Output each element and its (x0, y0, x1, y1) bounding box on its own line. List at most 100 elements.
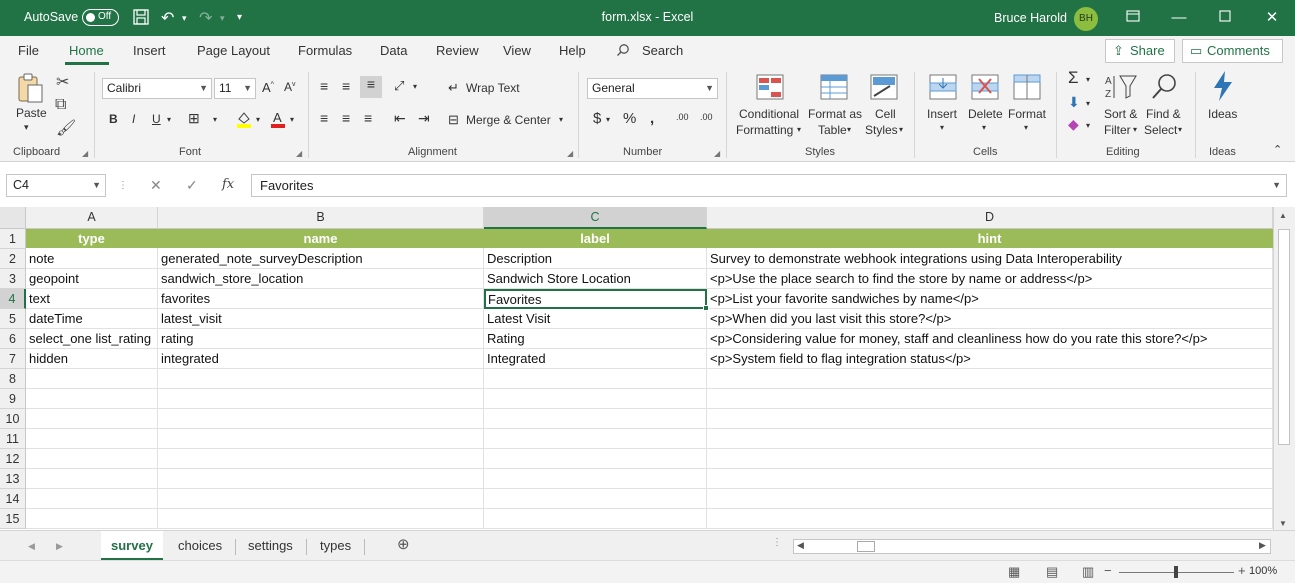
scroll-right-icon[interactable]: ▶ (1259, 540, 1266, 551)
find-select-label-2[interactable]: Select (1144, 123, 1177, 137)
tab-data[interactable]: Data (380, 43, 407, 58)
active-cell[interactable]: Favorites (484, 289, 707, 309)
row-header[interactable]: 4 (0, 289, 26, 309)
format-cells-icon[interactable] (1013, 74, 1041, 105)
clear-icon[interactable]: ◆ (1068, 116, 1079, 133)
zoom-level[interactable]: 100% (1249, 565, 1277, 577)
align-middle-icon[interactable]: ≡ (342, 78, 350, 94)
grid-cell[interactable] (484, 449, 707, 469)
grid-cell[interactable]: favorites (158, 289, 484, 309)
grid-cell[interactable]: Latest Visit (484, 309, 707, 329)
cell-styles-label-1[interactable]: Cell (875, 107, 896, 121)
sheet-tab-survey[interactable]: survey (101, 531, 163, 560)
ribbon-display-icon[interactable] (1118, 6, 1148, 30)
comma-style-icon[interactable]: , (650, 110, 654, 127)
grid-cell[interactable] (158, 449, 484, 469)
wrap-text-button[interactable]: Wrap Text (466, 81, 520, 95)
increase-font-icon[interactable]: A^ (262, 80, 274, 95)
wrap-text-icon[interactable]: ↵ (448, 80, 459, 96)
prev-sheet-icon[interactable]: ◀ (28, 541, 35, 552)
grid-cell[interactable] (484, 389, 707, 409)
underline-icon[interactable]: U (152, 112, 161, 126)
row-header[interactable]: 14 (0, 489, 26, 509)
row-header[interactable]: 6 (0, 329, 26, 349)
insert-dropdown-icon[interactable]: ▾ (940, 123, 944, 132)
italic-icon[interactable]: I (132, 112, 135, 126)
tab-review[interactable]: Review (436, 43, 479, 58)
grid-cell[interactable] (707, 489, 1273, 509)
row-header[interactable]: 2 (0, 249, 26, 269)
next-sheet-icon[interactable]: ▶ (56, 541, 63, 552)
tab-splitter-icon[interactable]: ⋮ (772, 537, 782, 548)
fill-dropdown-icon[interactable]: ▾ (1086, 99, 1090, 108)
sort-filter-label-2[interactable]: Filter (1104, 123, 1131, 137)
bold-icon[interactable]: B (109, 112, 118, 126)
align-bottom-icon[interactable]: ≡ (360, 76, 382, 98)
header-cell[interactable]: name (158, 229, 484, 249)
formula-input[interactable]: Favorites ▼ (251, 174, 1287, 197)
row-header[interactable]: 5 (0, 309, 26, 329)
paste-dropdown-icon[interactable]: ▾ (24, 122, 29, 133)
grid-cell[interactable] (158, 389, 484, 409)
borders-dropdown-icon[interactable]: ▾ (213, 115, 217, 124)
cell-styles-icon[interactable] (870, 74, 898, 105)
search-label[interactable]: Search (642, 43, 683, 58)
row-header[interactable]: 7 (0, 349, 26, 369)
orientation-icon[interactable]: ⤢ (394, 78, 404, 94)
minimize-icon[interactable]: — (1164, 6, 1194, 30)
grid-cell[interactable] (707, 409, 1273, 429)
zoom-slider-knob[interactable] (1174, 566, 1178, 578)
cancel-icon[interactable]: ✕ (150, 177, 162, 194)
grid-cell[interactable] (26, 369, 158, 389)
normal-view-icon[interactable]: ▦ (1008, 564, 1020, 580)
new-sheet-icon[interactable]: ⊕ (397, 535, 410, 553)
fill-dropdown-icon[interactable]: ▾ (256, 115, 260, 124)
increase-indent-icon[interactable]: ⇥ (418, 110, 430, 127)
grid-cell[interactable]: select_one list_rating (26, 329, 158, 349)
currency-dropdown-icon[interactable]: ▾ (606, 115, 610, 124)
avatar[interactable]: BH (1074, 7, 1098, 31)
grid-cell[interactable] (26, 509, 158, 529)
grid-cell[interactable] (484, 469, 707, 489)
tab-file[interactable]: File (18, 43, 39, 58)
grid-cell[interactable]: Sandwich Store Location (484, 269, 707, 289)
grid-cell[interactable] (484, 369, 707, 389)
grid-cell[interactable] (26, 389, 158, 409)
name-box[interactable]: C4 ▼ (6, 174, 106, 197)
tab-page-layout[interactable]: Page Layout (197, 43, 270, 58)
grid-cell[interactable]: hidden (26, 349, 158, 369)
grid-cell[interactable]: Rating (484, 329, 707, 349)
merge-center-button[interactable]: Merge & Center (466, 113, 551, 127)
insert-cells-label[interactable]: Insert (927, 107, 957, 121)
row-header[interactable]: 1 (0, 229, 26, 249)
scroll-left-icon[interactable]: ◀ (797, 540, 804, 551)
grid-cell[interactable]: latest_visit (158, 309, 484, 329)
grid-cell[interactable]: Integrated (484, 349, 707, 369)
scroll-thumb[interactable] (1278, 229, 1290, 445)
expand-formula-icon[interactable]: ▼ (1272, 175, 1281, 196)
comments-button[interactable]: ▭ Comments (1182, 39, 1283, 63)
grid-cell[interactable]: <p>Use the place search to find the stor… (707, 269, 1273, 289)
paste-label[interactable]: Paste (16, 106, 47, 120)
grid-cell[interactable] (26, 409, 158, 429)
scroll-up-icon[interactable]: ▲ (1279, 211, 1287, 220)
grid-cell[interactable] (158, 469, 484, 489)
sheet-tab-types[interactable]: types (320, 538, 351, 553)
header-cell[interactable]: hint (707, 229, 1273, 249)
copy-icon[interactable]: ⧉ (55, 96, 66, 114)
decrease-font-icon[interactable]: Av (284, 80, 296, 94)
percent-icon[interactable]: % (623, 110, 636, 127)
grid-cell[interactable] (707, 469, 1273, 489)
cut-icon[interactable]: ✂ (56, 72, 69, 92)
grid-cell[interactable]: sandwich_store_location (158, 269, 484, 289)
font-color-dropdown-icon[interactable]: ▾ (290, 115, 294, 124)
grid-cell[interactable]: text (26, 289, 158, 309)
row-header[interactable]: 13 (0, 469, 26, 489)
font-color-icon[interactable]: A (270, 110, 286, 131)
grid-cell[interactable]: rating (158, 329, 484, 349)
grid-cell[interactable] (484, 409, 707, 429)
grid-cell[interactable]: <p>Considering value for money, staff an… (707, 329, 1273, 349)
grid-cell[interactable] (26, 489, 158, 509)
underline-dropdown-icon[interactable]: ▾ (167, 115, 171, 124)
ideas-icon[interactable] (1210, 70, 1236, 107)
